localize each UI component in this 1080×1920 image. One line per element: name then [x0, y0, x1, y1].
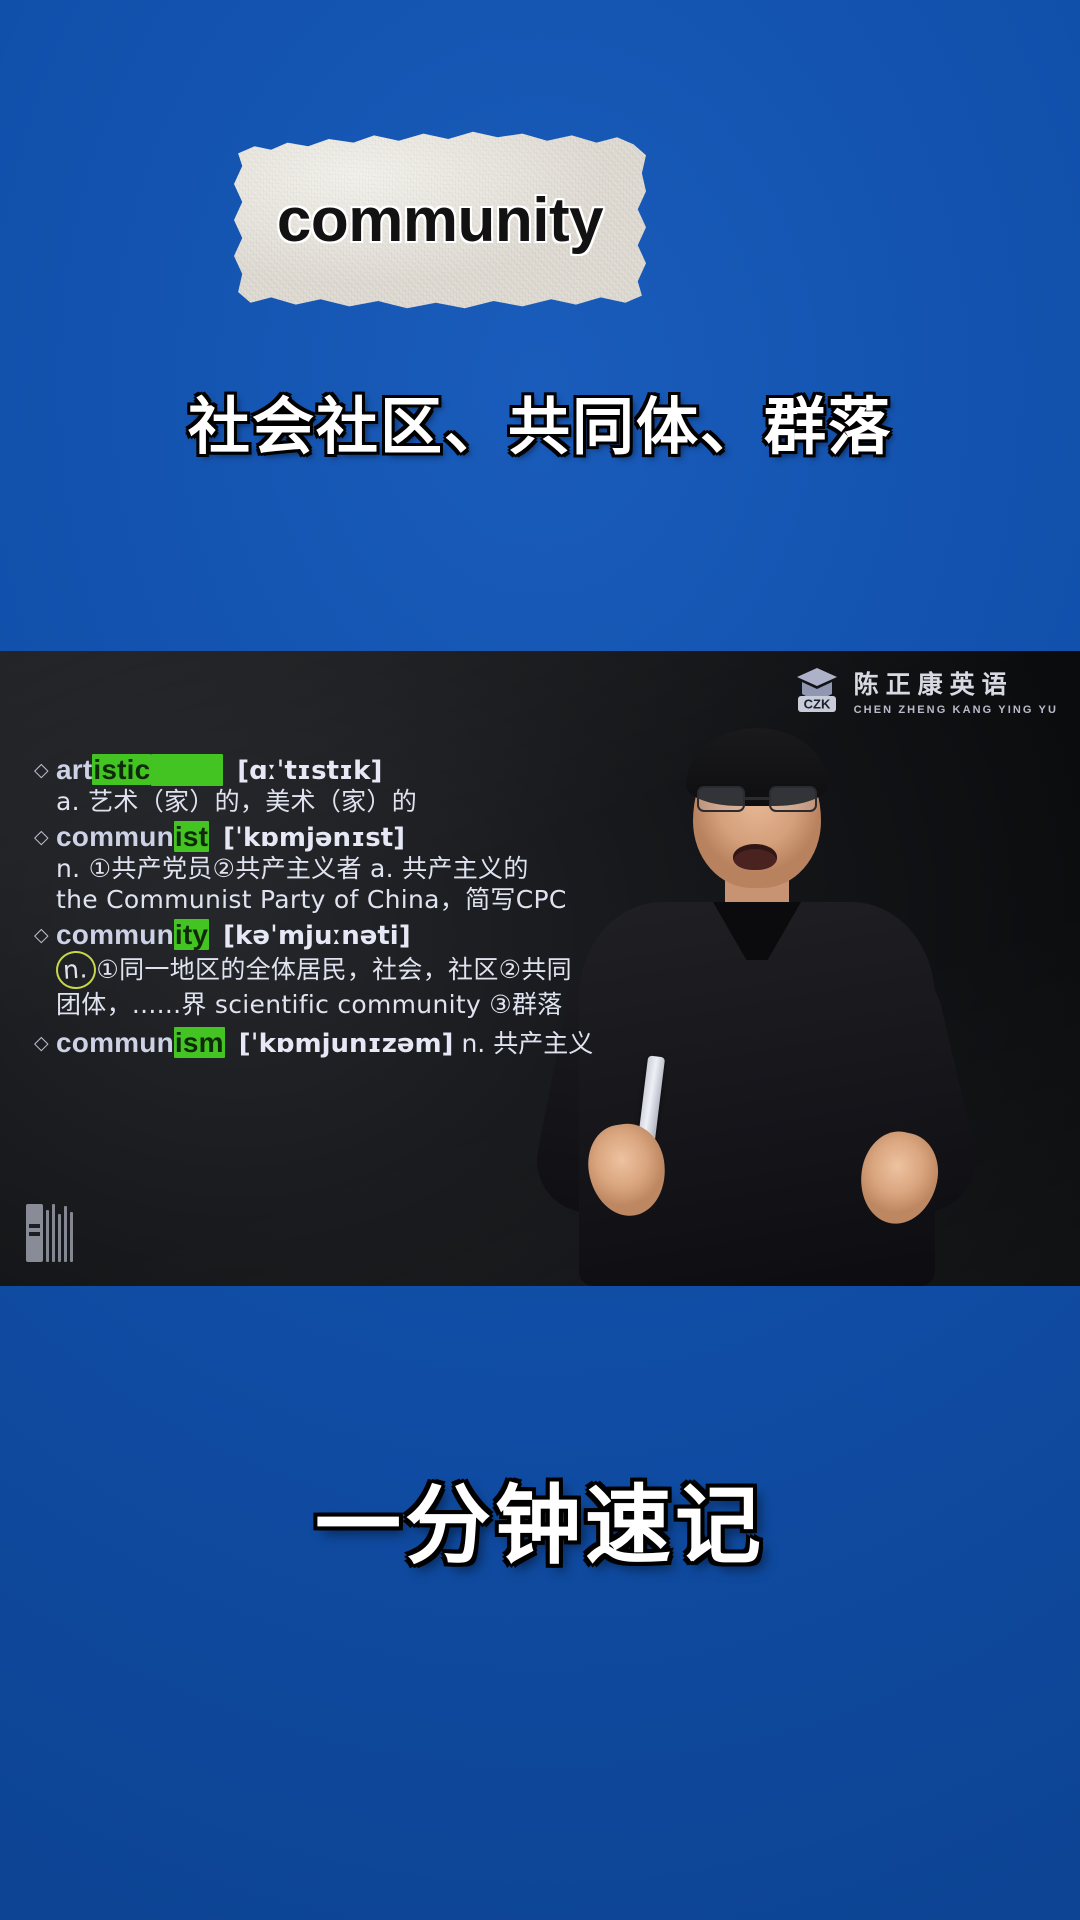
presenter-mouth [733, 844, 777, 870]
vocab-entry: ◇ communist [ˈkɒmjənɪst] n. ①共产党员②共产主义者 … [34, 821, 654, 915]
czk-logo-icon: CZK [791, 663, 843, 717]
circled-pos-marker: n. [54, 949, 98, 991]
vocab-definition: the Communist Party of China，简写CPC [56, 885, 567, 914]
vocab-definition-text: ①同一地区的全体居民，社会，社区②共同 [96, 955, 572, 984]
vocab-phonetic: [ˈkɒmjənɪst] [223, 823, 406, 853]
vocab-entry: ◇ community [kəˈmjuːnəti] n. ①同一地区的全体居民，社… [34, 919, 654, 1020]
vocab-term: communist [56, 821, 210, 852]
vocab-phonetic: [ɑːˈtɪstɪk] [237, 756, 383, 786]
vocab-entry: ◇ communism [ˈkɒmjunɪzəm] n. 共产主义 [34, 1024, 654, 1060]
svg-text:CZK: CZK [803, 697, 830, 712]
vocab-definition: n. ①共产党员②共产主义者 a. 共产主义的 [56, 854, 529, 883]
barcode-icon [26, 1200, 84, 1262]
vocab-definition: n. ①同一地区的全体居民，社会，社区②共同 [54, 949, 654, 991]
glasses-icon [695, 786, 819, 812]
meaning-line: 社会社区、共同体、群落 [187, 390, 892, 463]
headword-text: community [276, 185, 604, 255]
bottom-caption: 一分钟速记 [315, 1476, 765, 1576]
diamond-icon: ◇ [34, 1033, 49, 1054]
brand-name-cn: 陈正康英语 [853, 669, 1014, 699]
vocab-term: artistic [56, 754, 224, 786]
diamond-icon: ◇ [34, 760, 49, 781]
vocab-term: communism [56, 1027, 225, 1058]
torn-paper-card: community [234, 130, 646, 310]
vocab-definition: a. 艺术（家）的，美术（家）的 [56, 787, 418, 816]
vocab-definition: n. 共产主义 [461, 1029, 594, 1058]
video-panel[interactable]: CZK 陈正康英语 CHEN ZHENG KANG YING YU ◇ arti… [0, 651, 1080, 1286]
vocab-definition: 团体，......界 scientific community ③群落 [56, 990, 563, 1019]
vocab-entry: ◇ artistic [ɑːˈtɪstɪk] a. 艺术（家）的，美术（家）的 [34, 754, 654, 817]
brand-watermark: CZK 陈正康英语 CHEN ZHENG KANG YING YU [791, 663, 1058, 717]
brand-text-block: 陈正康英语 CHEN ZHENG KANG YING YU [854, 665, 1058, 716]
diamond-icon: ◇ [34, 827, 49, 848]
vocab-phonetic: [ˈkɒmjunɪzəm] [238, 1029, 454, 1059]
vocabulary-list: ◇ artistic [ɑːˈtɪstɪk] a. 艺术（家）的，美术（家）的 … [34, 754, 654, 1064]
vocab-term: community [56, 919, 210, 950]
diamond-icon: ◇ [34, 925, 49, 946]
brand-name-en: CHEN ZHENG KANG YING YU [853, 703, 1058, 716]
vocab-phonetic: [kəˈmjuːnəti] [223, 921, 411, 951]
